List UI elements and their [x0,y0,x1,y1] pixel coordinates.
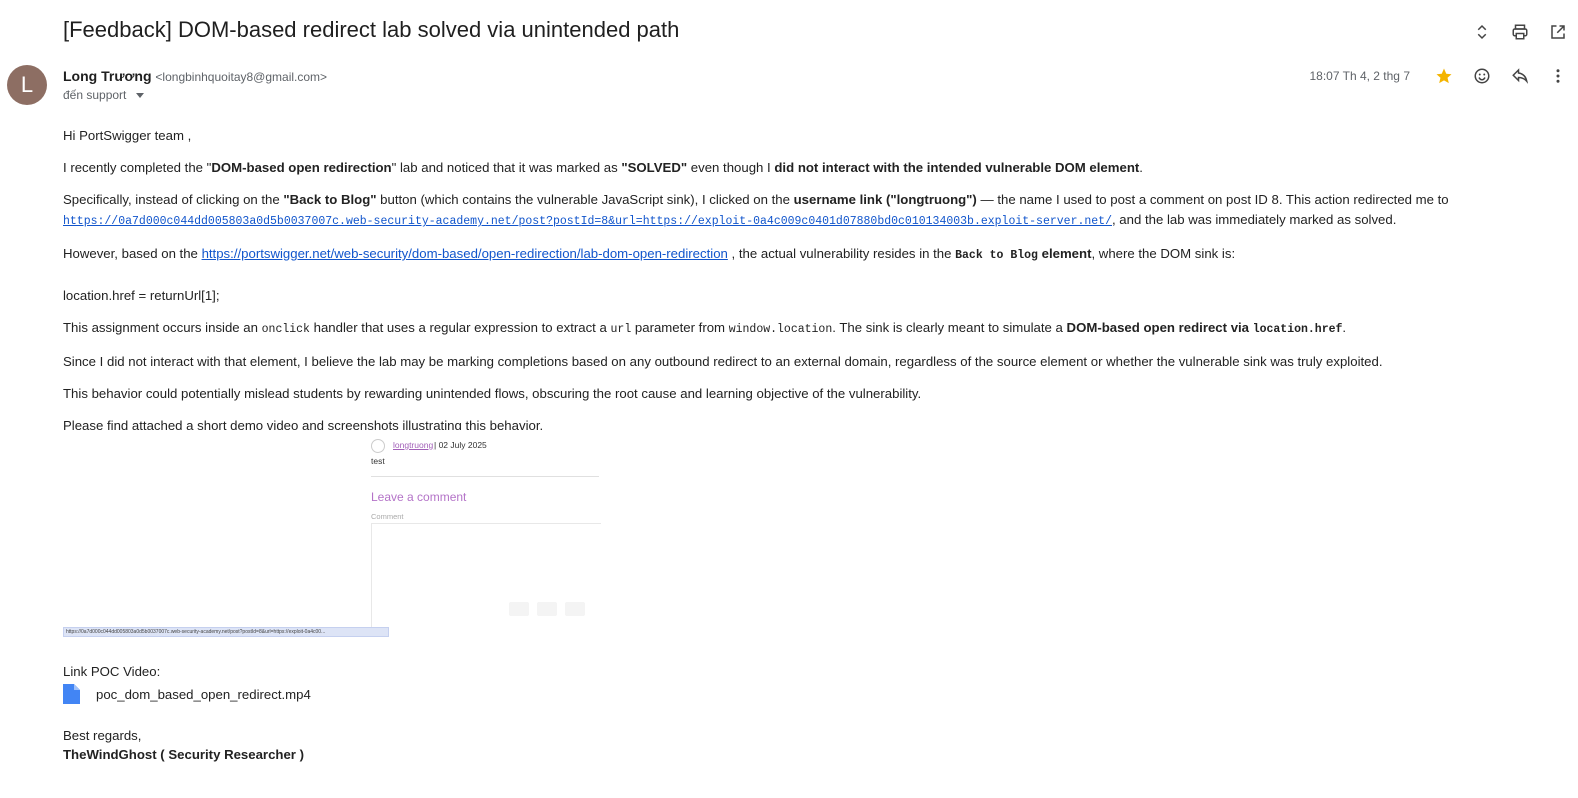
paragraph-5: Since I did not interact with that eleme… [63,354,1383,369]
message-actions: 18:07 Th 4, 2 thg 7 [1309,66,1568,86]
screenshot-username: longtruong [393,440,434,450]
greeting: Hi PortSwigger team , [63,128,192,143]
open-in-new-icon[interactable] [1548,22,1568,42]
screenshot-leave-comment: Leave a comment [371,490,467,504]
unfold-icon[interactable] [1472,22,1492,42]
screenshot-comment-label: Comment [371,512,404,521]
signoff: Best regards, [63,728,142,743]
poc-label: Link POC Video: [63,664,161,679]
mini-avatar [371,439,385,453]
screenshot-comment-box [371,523,601,637]
star-icon[interactable] [1434,66,1454,86]
chevron-down-icon[interactable] [136,92,145,98]
emoji-icon[interactable] [1472,66,1492,86]
signature: TheWindGhost ( Security Researcher ) [63,747,304,762]
attachment-name[interactable]: poc_dom_based_open_redirect.mp4 [96,687,311,702]
code-line: location.href = returnUrl[1]; [63,288,220,303]
email-subject: [Feedback] DOM-based redirect lab solved… [63,17,680,42]
file-icon [63,684,80,704]
paragraph-1: I recently completed the "DOM-based open… [63,160,1143,175]
screenshot-status-url: https://0a7d000c044dd005803a0d5b0037007c… [63,627,389,637]
inline-screenshot[interactable]: longtruong | 02 July 2025 test Leave a c… [63,430,601,638]
faded-control [565,602,585,616]
recipient-toggle[interactable]: đến support [63,88,145,102]
message-body: Hi PortSwigger team , I recently complet… [63,126,1493,448]
screenshot-comment: test [371,456,385,466]
screenshot-date: | 02 July 2025 [434,440,487,450]
avatar[interactable]: L [7,65,47,105]
screenshot-divider [371,476,599,477]
faded-control [537,602,557,616]
paragraph-4: This assignment occurs inside an onclick… [63,320,1347,336]
reply-icon[interactable] [1510,66,1530,86]
more-vert-icon[interactable] [1548,66,1568,86]
thread-actions [1472,22,1568,42]
paragraph-3: However, based on the https://portswigge… [63,246,1236,262]
sender: Long Trương <longbinhquoitay8@gmail.com> [63,68,327,84]
paragraph-6: This behavior could potentially mislead … [63,386,922,401]
attachment-file[interactable]: poc_dom_based_open_redirect.mp4 [63,684,311,704]
paragraph-2: Specifically, instead of clicking on the… [63,192,1449,228]
redirect-url-link[interactable]: https://0a7d000c044dd005803a0d5b0037007c… [63,215,1112,228]
sender-name[interactable]: Long Trương [63,68,152,84]
faded-control [509,602,529,616]
recipient-label: đến support [63,88,127,102]
print-icon[interactable] [1510,22,1530,42]
lab-url-link[interactable]: https://portswigger.net/web-security/dom… [202,246,728,261]
message-date: 18:07 Th 4, 2 thg 7 [1309,69,1410,83]
sender-email: <longbinhquoitay8@gmail.com> [155,70,328,84]
